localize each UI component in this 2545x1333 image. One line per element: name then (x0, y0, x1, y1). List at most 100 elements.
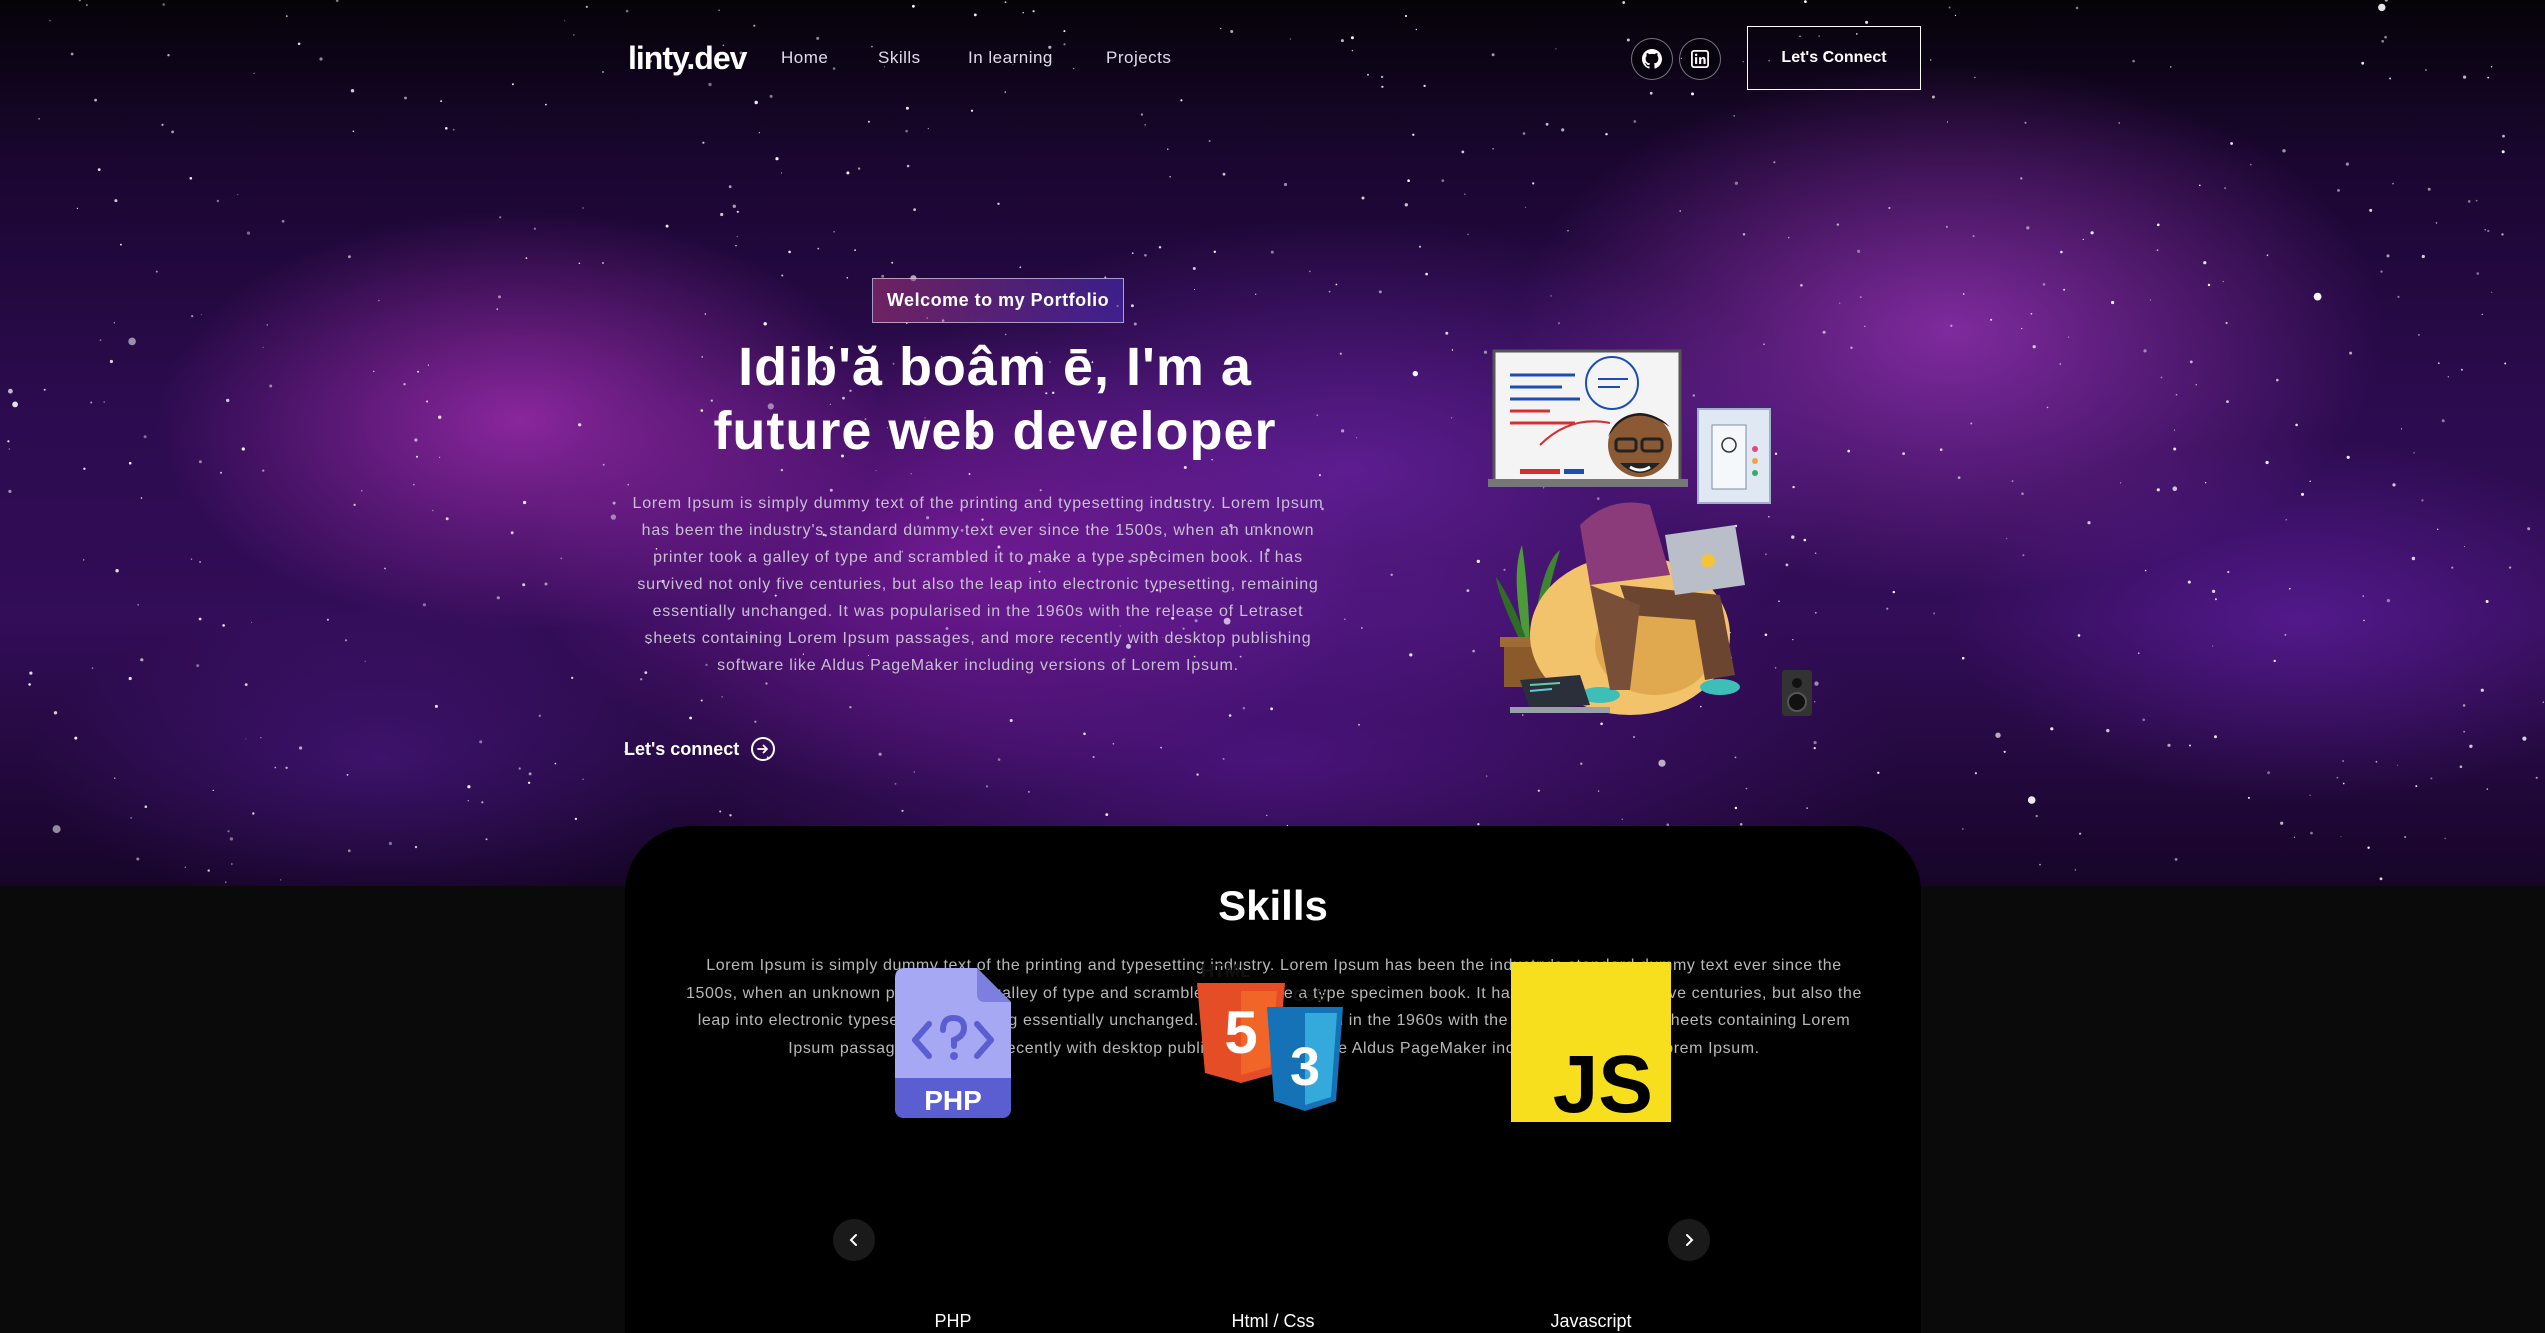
star (431, 509, 434, 512)
star (2459, 765, 2463, 768)
star (53, 711, 58, 715)
star (910, 473, 912, 475)
star (2157, 223, 2160, 227)
star (1404, 14, 1408, 18)
star (1208, 140, 1211, 142)
star (2212, 589, 2216, 594)
star (1378, 290, 1382, 294)
nav-link-skills[interactable]: Skills (878, 48, 921, 68)
star (511, 83, 514, 86)
star (2384, 35, 2387, 39)
star (384, 567, 386, 570)
star (2389, 77, 2392, 80)
star (222, 624, 225, 627)
star (1990, 318, 1993, 321)
star (2118, 122, 2120, 124)
star (227, 830, 230, 833)
star (2441, 419, 2445, 423)
star (1112, 743, 1115, 745)
lets-connect-link[interactable]: Let's connect (624, 737, 776, 761)
star (905, 106, 909, 110)
lets-connect-button[interactable]: Let's Connect (1747, 26, 1921, 90)
star (1733, 115, 1735, 117)
star (1734, 806, 1738, 810)
star (573, 34, 575, 36)
star (207, 869, 210, 872)
star (817, 247, 820, 250)
nav-link-in-learning[interactable]: In learning (968, 48, 1053, 68)
star (2282, 149, 2286, 153)
star (1962, 293, 1965, 295)
star (2379, 877, 2383, 881)
star (378, 299, 380, 302)
star (416, 455, 418, 458)
star (1946, 121, 1949, 123)
star (1390, 573, 1393, 576)
star (854, 249, 856, 252)
star (1358, 723, 1360, 726)
star (1859, 296, 1862, 299)
star (143, 435, 147, 439)
star (2175, 393, 2178, 396)
star (269, 384, 273, 388)
php-file-icon: PHP (895, 968, 1011, 1118)
star (719, 810, 722, 813)
star (2173, 447, 2177, 451)
star (2060, 250, 2063, 254)
star (1160, 746, 1162, 749)
star (2462, 704, 2466, 707)
star (274, 766, 277, 769)
star (2309, 480, 2311, 482)
star (496, 596, 500, 600)
star (251, 621, 253, 624)
html5-number: 5 (1224, 999, 1257, 1066)
star (2021, 492, 2024, 496)
star (702, 141, 705, 144)
star (2397, 295, 2400, 298)
star (2225, 321, 2228, 325)
star (403, 383, 406, 386)
star (1022, 12, 1024, 14)
star (1948, 6, 1951, 9)
star (867, 120, 870, 123)
star (2189, 360, 2193, 364)
star (319, 57, 323, 61)
star (97, 168, 101, 172)
star (765, 682, 768, 685)
star (1472, 649, 1475, 653)
star (1658, 759, 1666, 767)
star (2430, 777, 2433, 780)
star (891, 261, 894, 264)
star (2195, 384, 2197, 386)
star (485, 838, 488, 841)
star (574, 817, 578, 821)
github-button[interactable] (1631, 38, 1673, 80)
star (2230, 142, 2234, 145)
linkedin-button[interactable] (1679, 38, 1721, 80)
nav-link-projects[interactable]: Projects (1106, 48, 1171, 68)
star (2475, 199, 2478, 202)
star (1180, 99, 1183, 102)
star (2467, 200, 2471, 203)
star (161, 123, 164, 126)
star (997, 202, 1000, 205)
star (1839, 302, 1841, 304)
star (2345, 162, 2349, 166)
welcome-tagline: Welcome to my Portfolio (872, 278, 1124, 323)
star (1865, 20, 1869, 24)
star (94, 98, 97, 102)
star (246, 231, 251, 235)
carousel-prev-button[interactable] (833, 1219, 875, 1261)
site-logo[interactable]: linty.dev (628, 40, 747, 77)
star (527, 781, 531, 784)
skills-title: Skills (1218, 882, 1328, 929)
star (927, 127, 929, 130)
star (74, 736, 78, 740)
star (1409, 653, 1413, 657)
carousel-next-button[interactable] (1668, 1219, 1710, 1261)
star (1945, 225, 1948, 228)
star (445, 127, 448, 130)
star (2437, 528, 2439, 530)
star (1633, 120, 1637, 123)
nav-link-home[interactable]: Home (781, 48, 828, 68)
